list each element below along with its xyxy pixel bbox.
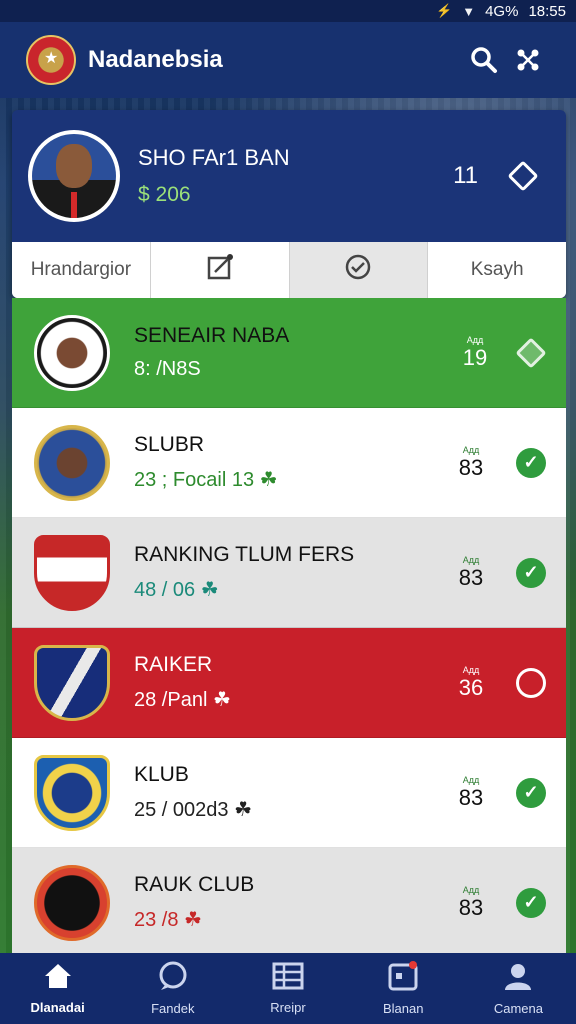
team-name: SLUBR: [134, 433, 205, 456]
home-icon: [43, 962, 73, 995]
team-badge: [34, 424, 110, 501]
tab-label: Ksayh: [470, 259, 524, 280]
player-avatar: [28, 130, 120, 222]
check-icon[interactable]: ✓: [516, 887, 546, 918]
featured-player-card[interactable]: SHO FAr1 BAN $ 206 11 Hrandargior Ksayh: [12, 110, 566, 298]
nav-item-blanan[interactable]: Blanan: [346, 953, 461, 1024]
status-time: 18:55: [528, 2, 566, 20]
check-icon[interactable]: ✓: [516, 557, 546, 588]
team-name: SENEAIR NABA: [134, 324, 290, 347]
nav-label: Camena: [493, 1001, 543, 1016]
nav-item-home[interactable]: Dlanadai: [0, 953, 115, 1024]
tab-edit[interactable]: [150, 242, 290, 298]
team-sub: 25 / 002d3 ☘: [134, 799, 253, 821]
table-icon: [272, 962, 304, 995]
app-bar: Nadanebsia: [0, 22, 576, 98]
check-icon[interactable]: ✓: [516, 777, 546, 808]
player-count: 11: [453, 162, 478, 189]
team-name: RAUK CLUB: [134, 873, 255, 896]
tab-label: Hrandargior: [30, 259, 132, 280]
team-row[interactable]: RAIKER 28 /Panl ☘ Aдд 36: [12, 628, 566, 738]
team-name: KLUB: [134, 763, 189, 786]
team-stat-label: Aдд: [462, 664, 480, 675]
team-sub: 48 / 06 ☘: [134, 579, 219, 601]
team-stat-label: Aдд: [462, 444, 480, 455]
team-stat-value: 83: [458, 564, 484, 590]
team-stat-label: Aдд: [462, 774, 480, 785]
team-badge: [34, 754, 110, 831]
signal-icon: ⚡: [436, 3, 453, 18]
team-badge: [34, 864, 110, 941]
team-stat-label: Aдд: [462, 554, 480, 565]
player-sub: $ 206: [138, 183, 191, 206]
featured-player-header: SHO FAr1 BAN $ 206 11: [12, 110, 566, 242]
team-sub: 8: /N8S: [134, 358, 201, 380]
team-row[interactable]: RANKING TLUM FERS 48 / 06 ☘ Aдд 83 ✓: [12, 518, 566, 628]
team-row[interactable]: RAUK CLUB 23 /8 ☘ Aдд 83 ✓: [12, 848, 566, 958]
wifi-icon: ▼: [462, 3, 476, 19]
team-stat-value: 83: [458, 894, 484, 920]
check-icon[interactable]: ✓: [516, 447, 546, 478]
check-icon: [344, 253, 372, 287]
team-list: SENEAIR NABA 8: /N8S Aдд 19 SLUBR 23 ; F…: [12, 298, 566, 958]
nav-label: Dlanadai: [30, 1000, 85, 1015]
edit-icon: [206, 253, 234, 287]
diamond-icon[interactable]: [515, 336, 547, 369]
diamond-icon[interactable]: [507, 160, 539, 192]
player-name: SHO FAr1 BAN: [138, 145, 290, 170]
nav-label: Blanan: [382, 1001, 424, 1016]
team-sub: 23 /8 ☘: [134, 909, 202, 931]
team-row[interactable]: KLUB 25 / 002d3 ☘ Aдд 83 ✓: [12, 738, 566, 848]
team-row[interactable]: SENEAIR NABA 8: /N8S Aдд 19: [12, 298, 566, 408]
calendar-icon: [387, 961, 419, 996]
nav-item-fandek[interactable]: Fandek: [115, 953, 230, 1024]
circle-icon[interactable]: [516, 667, 546, 698]
card-tabs: Hrandargior Ksayh: [12, 242, 566, 298]
search-icon[interactable]: [462, 38, 506, 82]
tab-ksayh[interactable]: Ksayh: [428, 242, 566, 298]
team-stat-label: Aдд: [462, 884, 480, 895]
team-stat-value: 83: [458, 454, 484, 480]
team-name: RAIKER: [134, 653, 213, 676]
battery-text: 4G%: [485, 2, 519, 20]
team-stat-value: 36: [458, 674, 484, 700]
tab-hrandargior[interactable]: Hrandargior: [12, 242, 151, 298]
nav-label: Fandek: [151, 1001, 195, 1016]
team-stat-value: 19: [462, 344, 488, 370]
team-sub: 23 ; Focail 13 ☘: [134, 469, 278, 491]
tab-check[interactable]: [289, 242, 429, 298]
bottom-nav: Dlanadai Fandek Rreipr Blanan Camena: [0, 953, 576, 1024]
nav-item-rreipr[interactable]: Rreipr: [230, 953, 345, 1024]
share-icon[interactable]: [506, 38, 550, 82]
team-badge: [34, 534, 110, 611]
chat-icon: [157, 961, 189, 996]
team-badge: [34, 314, 110, 391]
team-badge: [34, 644, 110, 721]
team-stat-label: Aдд: [466, 334, 484, 345]
club-logo: [26, 35, 76, 85]
team-sub: 28 /Panl ☘: [134, 689, 231, 711]
nav-item-camena[interactable]: Camena: [461, 953, 576, 1024]
nav-label: Rreipr: [270, 1000, 306, 1015]
team-stat-value: 83: [458, 784, 484, 810]
status-bar: ⚡ ▼ 4G% 18:55: [0, 0, 576, 22]
player-info: SHO FAr1 BAN $ 206: [138, 145, 453, 207]
team-name: RANKING TLUM FERS: [134, 543, 355, 566]
team-row[interactable]: SLUBR 23 ; Focail 13 ☘ Aдд 83 ✓: [12, 408, 566, 518]
profile-icon: [503, 961, 533, 996]
app-title: Nadanebsia: [88, 46, 223, 73]
